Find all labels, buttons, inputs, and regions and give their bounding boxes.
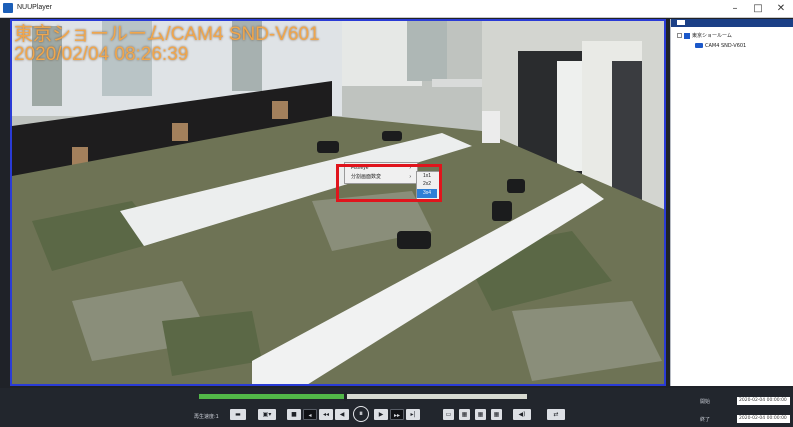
highlight-box	[336, 164, 442, 202]
osd-timestamp: 2020/02/04 08:26:39	[14, 44, 189, 65]
speed-select[interactable]: ▣▾	[258, 409, 276, 420]
playback-controls: 再生速度:1 ▬ ▣▾ ■ ◂ ◂◂ ◀ ⏸ ▶ ▸▸ ▸| ▭ ▦ ▦ ▦ ◀…	[0, 388, 793, 427]
pause-button[interactable]: ⏸	[353, 406, 369, 422]
close-button[interactable]: ✕	[770, 0, 792, 17]
camera-label: CAM4 SND-V601	[705, 43, 747, 49]
timeline-progress	[199, 394, 345, 399]
fast-forward-button[interactable]: ▸▸	[390, 409, 404, 420]
audio-button[interactable]: ◀)	[513, 409, 531, 420]
tree-node-camera[interactable]: CAM4 SND-V601	[695, 43, 746, 49]
expand-icon[interactable]	[677, 33, 682, 38]
step-back-button[interactable]: ◂	[303, 409, 317, 420]
timeline-slider[interactable]	[199, 392, 527, 401]
start-time-field[interactable]: 2020-02-04 00:00:00	[737, 397, 790, 405]
stop-button[interactable]: ■	[287, 409, 301, 420]
layout-4x4-button[interactable]: ▦	[491, 409, 502, 420]
layout-1x1-button[interactable]: ▭	[443, 409, 454, 420]
slow-button[interactable]: ◂◂	[319, 409, 333, 420]
video-viewport[interactable]: 東京ショールーム/CAM4 SND-V601 2020/02/04 08:26:…	[10, 19, 666, 386]
rewind-button[interactable]: ◀	[335, 409, 349, 420]
step-forward-button[interactable]: ▸|	[406, 409, 420, 420]
snapshot-button[interactable]: ▬	[230, 409, 246, 420]
app-icon	[3, 3, 13, 13]
end-time-label: 終了	[700, 417, 711, 423]
osd-camera-name: 東京ショールーム/CAM4 SND-V601	[14, 24, 320, 45]
forward-button[interactable]: ▶	[374, 409, 388, 420]
layout-3x3-button[interactable]: ▦	[475, 409, 486, 420]
end-time-field[interactable]: 2020-02-04 00:00:00	[737, 415, 790, 423]
device-tree-header	[671, 19, 793, 27]
window-title: NUUPlayer	[17, 4, 53, 11]
layout-2x2-button[interactable]: ▦	[459, 409, 470, 420]
window-titlebar: NUUPlayer – □ ✕	[0, 0, 793, 18]
playback-speed-label: 再生速度:1	[194, 414, 219, 420]
export-button[interactable]: ⇄	[547, 409, 565, 420]
timeline-thumb[interactable]	[343, 392, 347, 401]
minimize-button[interactable]: –	[724, 0, 746, 17]
panel-icon	[677, 20, 685, 25]
tree-node-site[interactable]: 東京ショールーム	[677, 32, 732, 39]
site-icon	[684, 32, 690, 39]
site-label: 東京ショールーム	[692, 33, 732, 39]
maximize-button[interactable]: □	[747, 0, 769, 17]
device-tree-panel: 東京ショールーム CAM4 SND-V601	[670, 19, 793, 386]
camera-scene	[12, 21, 664, 384]
camera-icon	[695, 43, 703, 48]
start-time-label: 開始	[700, 399, 711, 405]
